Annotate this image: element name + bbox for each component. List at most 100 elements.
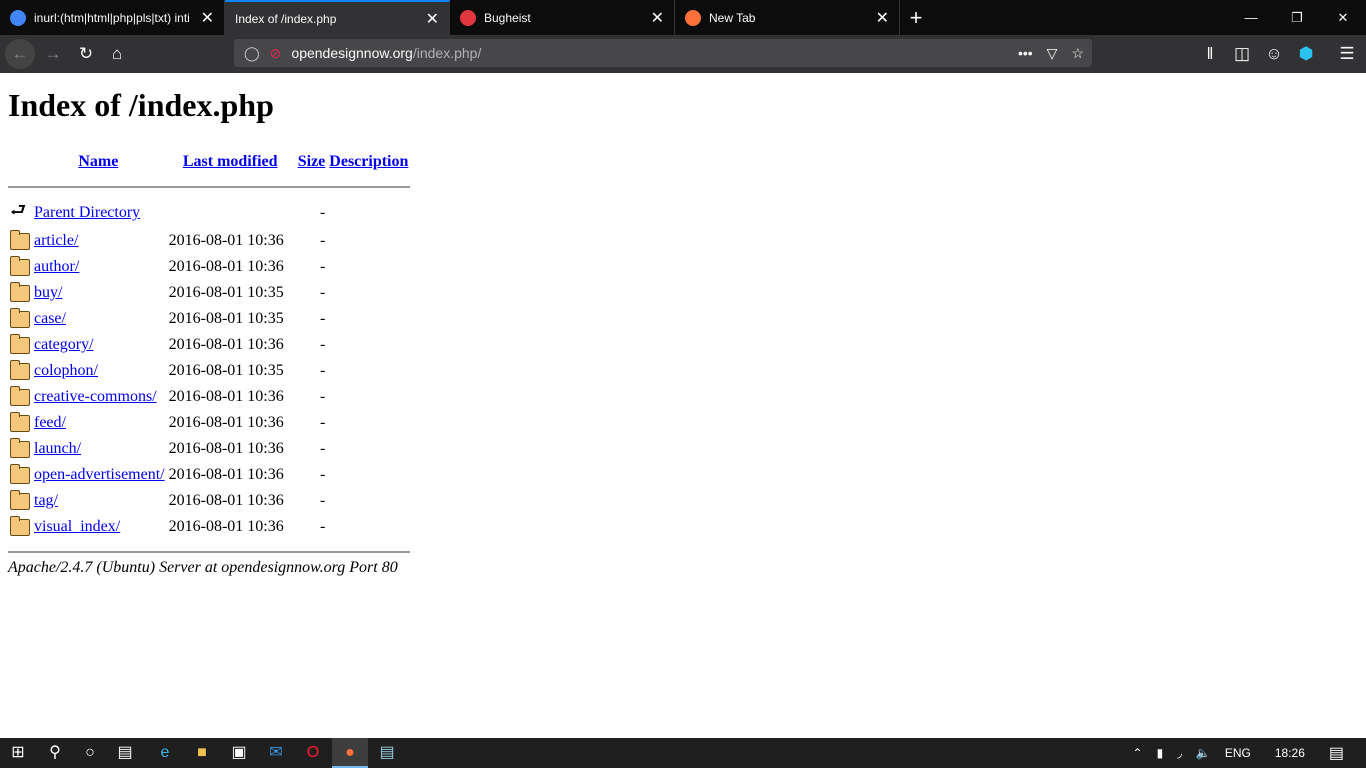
task-view-icon[interactable]: ▤ — [107, 738, 143, 768]
folder-link[interactable]: feed/ — [34, 414, 66, 431]
search-icon[interactable]: ⚲ — [37, 738, 73, 768]
battery-icon[interactable]: ▮ — [1157, 746, 1164, 760]
modified-cell: 2016-08-01 10:35 — [168, 284, 284, 301]
edge-icon[interactable]: e — [147, 738, 183, 768]
volume-icon[interactable]: 🔈 — [1196, 746, 1211, 760]
nav-toolbar: ← → ↻ ⌂ ◯ ⊘ opendesignnow.org/index.php/… — [0, 35, 1366, 73]
notepad-icon[interactable]: ▤ — [369, 738, 405, 768]
chevron-up-icon[interactable]: ⌃ — [1133, 746, 1143, 760]
folder-icon — [10, 307, 30, 328]
divider — [8, 540, 411, 553]
folder-icon — [10, 515, 30, 536]
modified-cell: 2016-08-01 10:36 — [168, 414, 284, 431]
modified-cell: 2016-08-01 10:36 — [168, 336, 284, 353]
folder-link[interactable]: tag/ — [34, 492, 58, 509]
notifications-icon[interactable]: ▤ — [1329, 743, 1344, 763]
pocket-icon[interactable]: ▽ — [1047, 45, 1058, 62]
table-row: colophon/ 2016-08-01 10:35 - — [8, 358, 410, 384]
firefox-icon[interactable]: ● — [332, 738, 368, 768]
start-button[interactable]: ⊞ — [0, 738, 36, 768]
parent-directory-link[interactable]: Parent Directory — [34, 204, 140, 221]
tab[interactable]: Bugheist ✕ — [450, 0, 675, 35]
home-button[interactable]: ⌂ — [102, 39, 132, 69]
close-tab-icon[interactable]: ✕ — [201, 8, 214, 28]
page-title: Index of /index.php — [8, 87, 274, 123]
table-row: visual_index/ 2016-08-01 10:36 - — [8, 514, 410, 540]
folder-icon — [10, 255, 30, 276]
sort-size-link[interactable]: Size — [298, 153, 326, 170]
table-row: launch/ 2016-08-01 10:36 - — [8, 436, 410, 462]
library-icon[interactable]: ‖ — [1195, 39, 1225, 69]
file-explorer-icon[interactable]: ■ — [184, 738, 220, 768]
close-tab-icon[interactable]: ✕ — [426, 9, 439, 29]
folder-link[interactable]: category/ — [34, 336, 94, 353]
opera-icon[interactable]: O — [295, 738, 331, 768]
size-cell: - — [319, 310, 326, 327]
sort-description-link[interactable]: Description — [329, 153, 408, 170]
modified-cell: 2016-08-01 10:36 — [168, 388, 284, 405]
url-path: /index.php/ — [412, 45, 482, 61]
tab-title: Bugheist — [484, 10, 531, 25]
table-row: article/ 2016-08-01 10:36 - — [8, 228, 410, 254]
tab[interactable]: inurl:(htm|html|php|pls|txt) inti ✕ — [0, 0, 225, 35]
tab[interactable]: Index of /index.php ✕ — [225, 0, 450, 35]
folder-icon — [10, 411, 30, 432]
sort-modified-link[interactable]: Last modified — [183, 153, 278, 170]
folder-icon — [10, 463, 30, 484]
folder-link[interactable]: open-advertisement/ — [34, 466, 165, 483]
table-row: creative-commons/ 2016-08-01 10:36 - — [8, 384, 410, 410]
size-cell: - — [319, 414, 326, 431]
menu-icon[interactable]: ☰ — [1332, 39, 1362, 69]
wifi-icon[interactable]: ◞ — [1177, 746, 1182, 760]
url-host: opendesignnow.org — [291, 45, 413, 61]
cortana-icon[interactable]: ○ — [72, 738, 108, 768]
shield-icon[interactable]: ◯ — [244, 45, 260, 62]
tab-title: New Tab — [709, 10, 756, 25]
bugheist-icon — [460, 9, 476, 26]
table-row: ⮐ Parent Directory - — [8, 187, 410, 228]
page-content: Index of /index.php Name Last modified S… — [8, 73, 411, 577]
reload-button[interactable]: ↻ — [71, 39, 101, 69]
account-icon[interactable]: ☺ — [1259, 39, 1289, 69]
close-window-button[interactable]: ✕ — [1320, 0, 1366, 35]
extension-icon[interactable]: ⬢ — [1291, 39, 1321, 69]
table-row: buy/ 2016-08-01 10:35 - — [8, 280, 410, 306]
folder-link[interactable]: launch/ — [34, 440, 81, 457]
modified-cell: 2016-08-01 10:36 — [168, 258, 284, 275]
mail-icon[interactable]: ✉ — [258, 738, 294, 768]
table-row: tag/ 2016-08-01 10:36 - — [8, 488, 410, 514]
firefox-icon — [685, 9, 701, 26]
tab[interactable]: New Tab ✕ — [675, 0, 900, 35]
new-tab-button[interactable]: + — [900, 0, 932, 35]
insecure-lock-icon[interactable]: ⊘ — [270, 45, 282, 62]
modified-cell: 2016-08-01 10:36 — [168, 440, 284, 457]
url-bar[interactable]: ◯ ⊘ opendesignnow.org/index.php/ ••• ▽ ☆ — [234, 39, 1092, 67]
minimize-button[interactable]: — — [1228, 0, 1274, 35]
bookmark-star-icon[interactable]: ☆ — [1071, 45, 1084, 62]
modified-cell: 2016-08-01 10:36 — [168, 518, 284, 535]
folder-link[interactable]: article/ — [34, 232, 78, 249]
back-button[interactable]: ← — [5, 39, 35, 69]
icon-column — [8, 146, 32, 173]
close-tab-icon[interactable]: ✕ — [651, 8, 664, 28]
size-cell: - — [319, 284, 326, 301]
table-row: author/ 2016-08-01 10:36 - — [8, 254, 410, 280]
language-indicator[interactable]: ENG — [1225, 746, 1251, 760]
sort-name-link[interactable]: Name — [78, 153, 118, 170]
folder-link[interactable]: case/ — [34, 310, 66, 327]
size-cell: - — [319, 204, 326, 221]
folder-link[interactable]: creative-commons/ — [34, 388, 157, 405]
folder-link[interactable]: author/ — [34, 258, 79, 275]
clock[interactable]: 18:26 — [1275, 746, 1305, 760]
size-cell: - — [319, 362, 326, 379]
folder-link[interactable]: buy/ — [34, 284, 62, 301]
close-tab-icon[interactable]: ✕ — [876, 8, 889, 28]
folder-link[interactable]: colophon/ — [34, 362, 98, 379]
folder-icon — [10, 385, 30, 406]
more-icon[interactable]: ••• — [1018, 45, 1033, 62]
forward-button[interactable]: → — [38, 39, 68, 69]
restore-button[interactable]: ❐ — [1274, 0, 1320, 35]
store-icon[interactable]: ▣ — [221, 738, 257, 768]
sidebar-icon[interactable]: ◫ — [1227, 39, 1257, 69]
folder-link[interactable]: visual_index/ — [34, 518, 120, 535]
